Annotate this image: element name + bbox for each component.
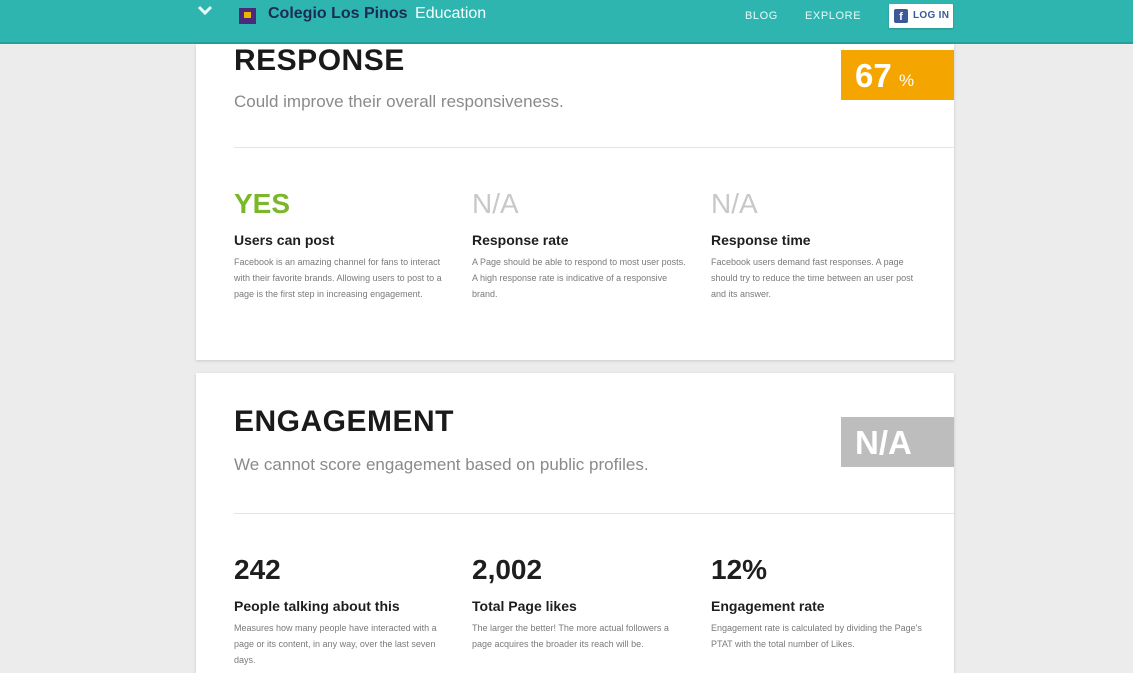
metric-description: Measures how many people have interacted…: [234, 623, 437, 665]
metric-value: 242: [234, 554, 281, 585]
metric-value: N/A: [472, 188, 519, 219]
score-unit: %: [899, 71, 915, 90]
divider: [234, 147, 954, 148]
nav-link-explore[interactable]: EXPLORE: [805, 10, 861, 22]
metric-description: A Page should be able to respond to most…: [472, 257, 686, 299]
metric-users-can-post: YES Users can post Facebook is an amazin…: [234, 188, 449, 302]
score-value: 67: [855, 57, 892, 94]
metric-description: Facebook is an amazing channel for fans …: [234, 257, 442, 299]
metric-response-rate: N/A Response rate A Page should be able …: [472, 188, 687, 302]
top-navigation-bar: Colegio Los Pinos Education BLOG EXPLORE…: [0, 0, 1133, 44]
metric-name: Total Page likes: [472, 598, 577, 614]
score-value: N/A: [855, 424, 912, 461]
brand-category: Education: [415, 5, 487, 22]
facebook-icon: f: [894, 9, 908, 23]
section-subtitle: We cannot score engagement based on publ…: [234, 455, 649, 474]
metric-name: Engagement rate: [711, 598, 825, 614]
section-title: ENGAGEMENT: [234, 405, 455, 438]
section-subtitle: Could improve their overall responsivene…: [234, 92, 564, 111]
nav-link-blog[interactable]: BLOG: [745, 10, 778, 22]
metric-name: Response time: [711, 232, 811, 248]
section-title: RESPONSE: [234, 44, 405, 77]
metric-description: The larger the better! The more actual f…: [472, 623, 669, 649]
metric-name: Users can post: [234, 232, 335, 248]
metric-value: 12%: [711, 554, 768, 585]
brand-title[interactable]: Colegio Los Pinos Education: [268, 5, 486, 23]
metric-description: Facebook users demand fast responses. A …: [711, 257, 914, 299]
metric-name: Response rate: [472, 232, 569, 248]
metric-description: Engagement rate is calculated by dividin…: [711, 623, 922, 649]
login-button[interactable]: f LOG IN: [889, 4, 953, 28]
metric-name: People talking about this: [234, 598, 400, 614]
score-badge: N/A: [841, 417, 954, 467]
divider: [234, 513, 954, 514]
metric-value: 2,002: [472, 554, 543, 585]
metric-engagement-rate: 12% Engagement rate Engagement rate is c…: [711, 554, 926, 652]
brand-name: Colegio Los Pinos: [268, 5, 408, 22]
score-badge: 67 %: [841, 50, 954, 100]
chevron-down-icon[interactable]: [197, 4, 213, 18]
metric-people-talking: 242 People talking about this Measures h…: [234, 554, 449, 668]
engagement-card: ENGAGEMENT We cannot score engagement ba…: [196, 373, 954, 673]
metric-total-page-likes: 2,002 Total Page likes The larger the be…: [472, 554, 687, 652]
metric-value: YES: [234, 188, 291, 219]
brand-logo: [239, 8, 256, 24]
metric-value: N/A: [711, 188, 758, 219]
login-label: LOG IN: [913, 10, 950, 21]
metric-response-time: N/A Response time Facebook users demand …: [711, 188, 926, 302]
response-card: RESPONSE Could improve their overall res…: [196, 44, 954, 360]
